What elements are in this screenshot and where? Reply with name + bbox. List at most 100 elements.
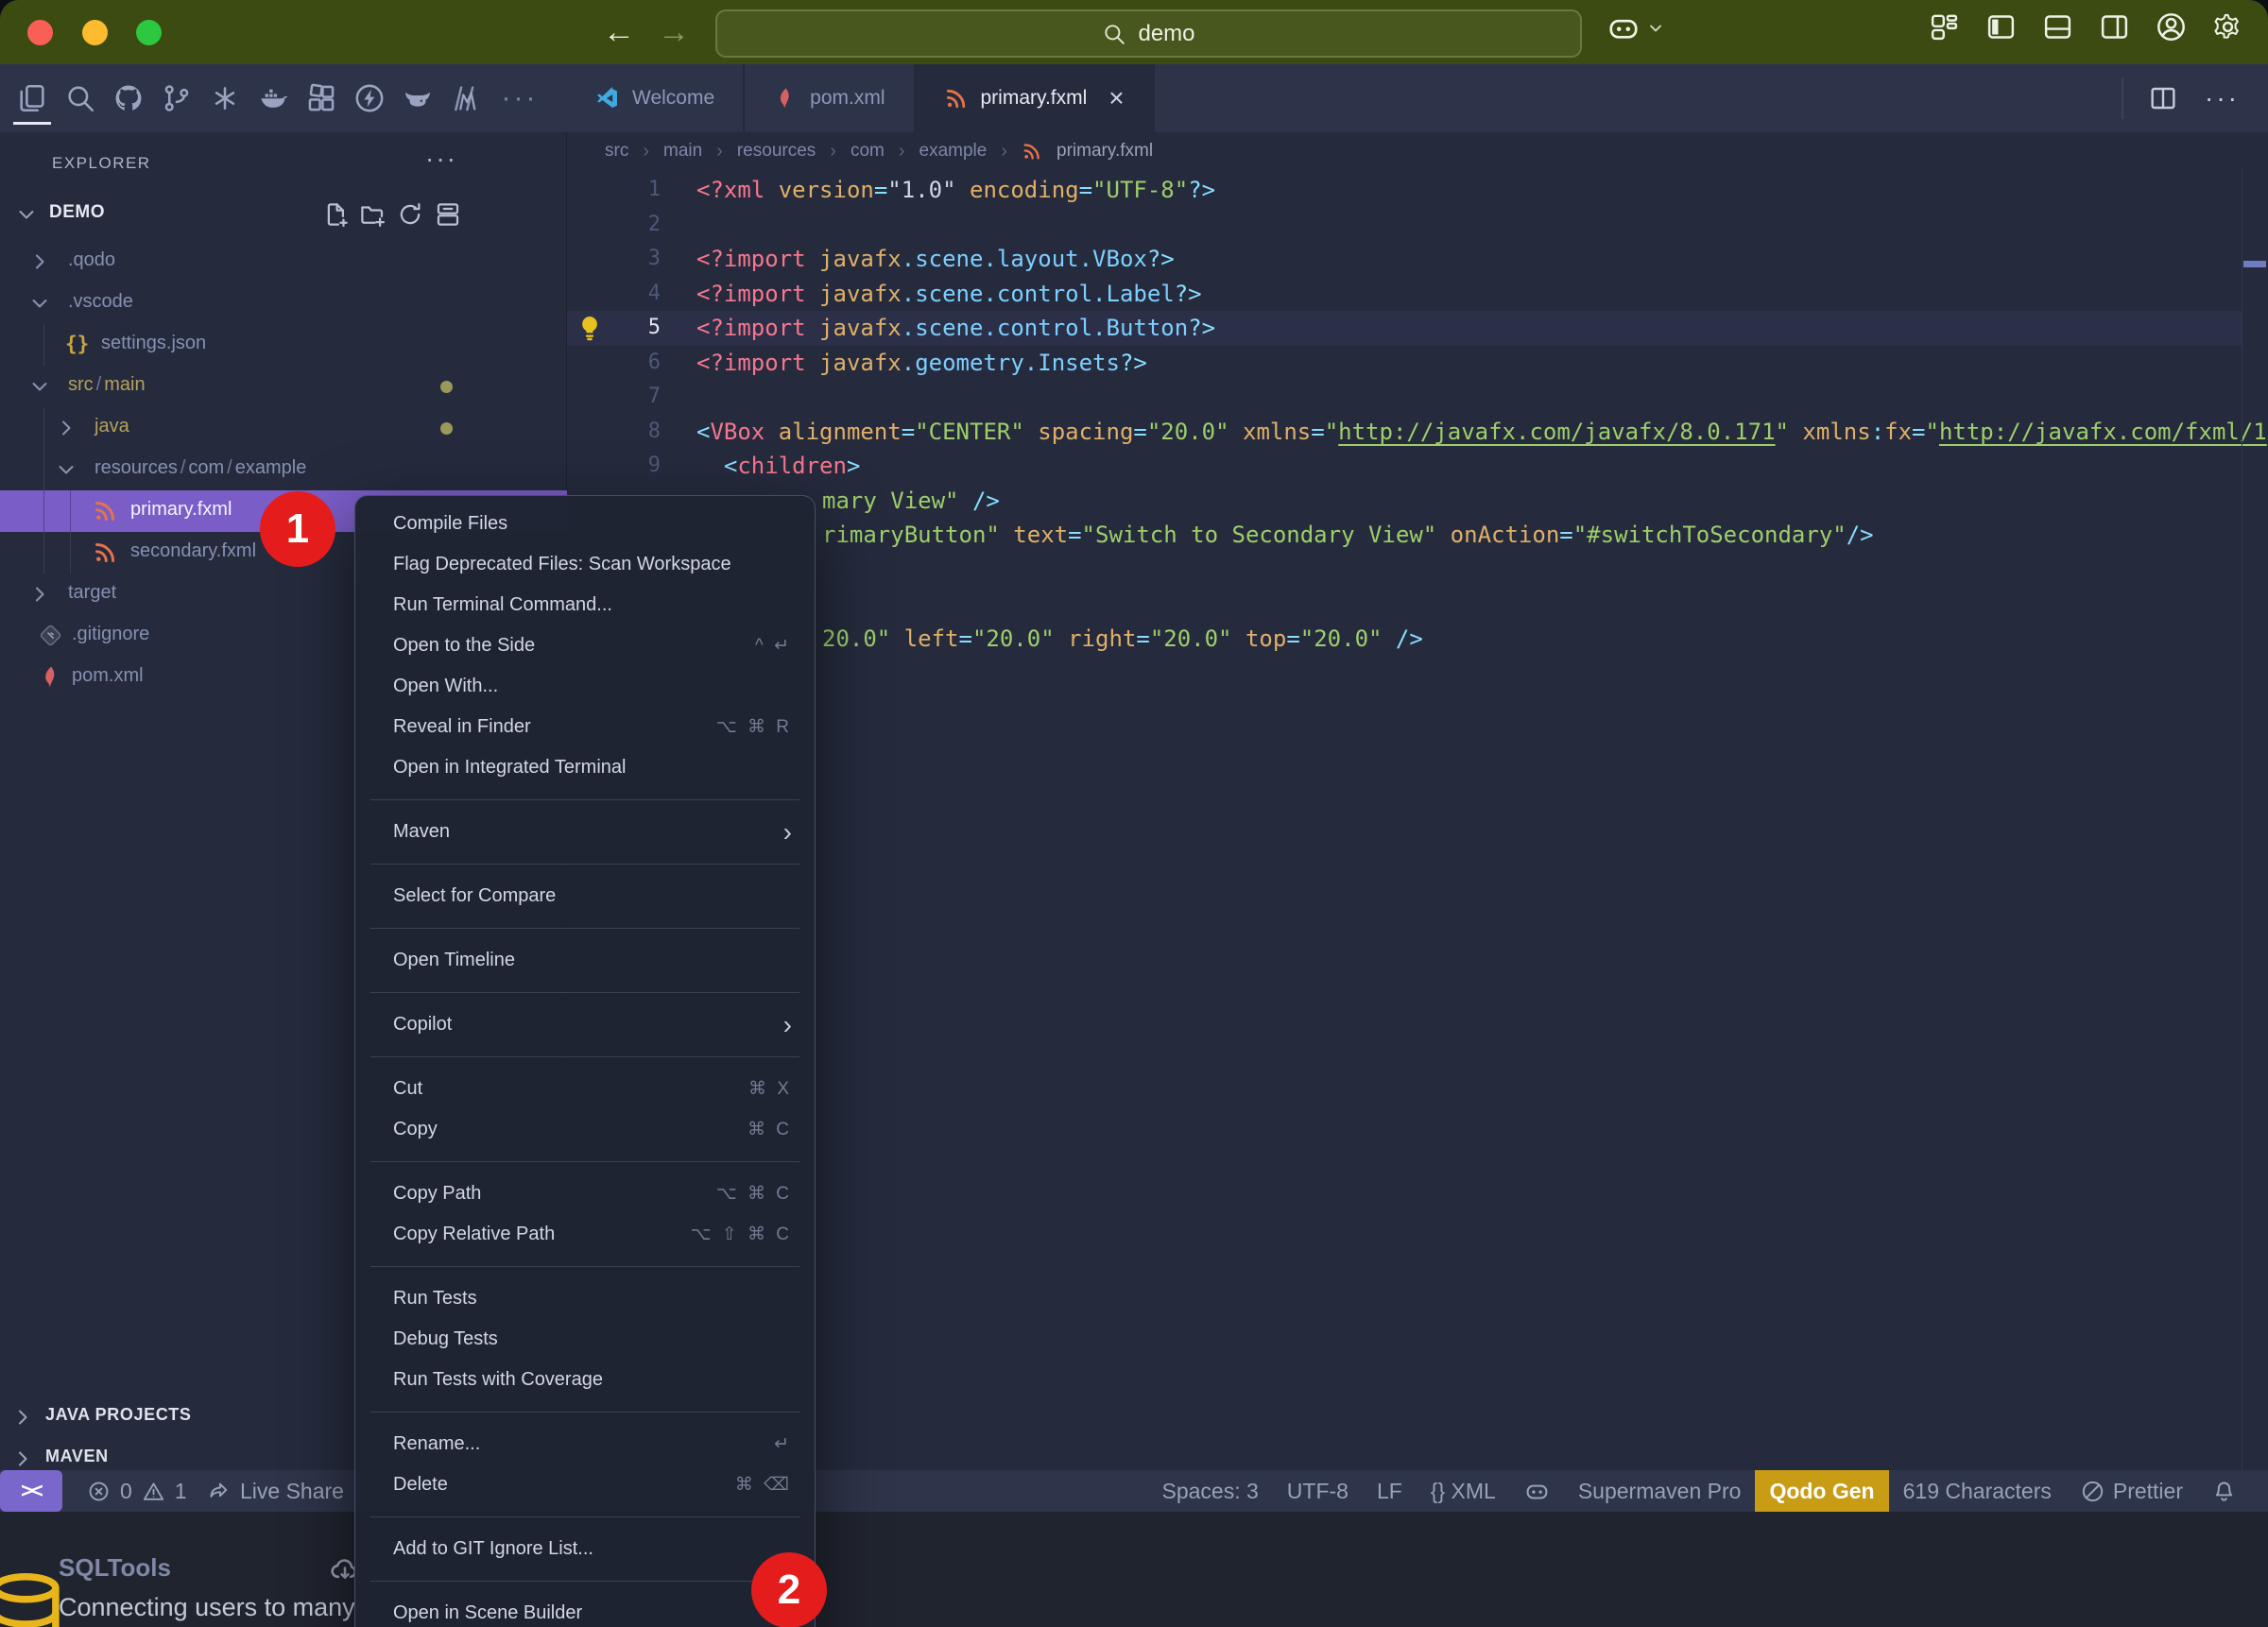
breadcrumb[interactable]: src›main›resources›com›example›primary.f… <box>567 132 2268 170</box>
refresh-icon[interactable] <box>396 200 424 229</box>
panel-bottom-icon[interactable] <box>2042 11 2073 43</box>
panel-right-icon[interactable] <box>2099 11 2130 43</box>
more-actions-icon[interactable]: ··· <box>2205 83 2240 113</box>
activity-item-splat[interactable] <box>206 70 244 127</box>
status-copilot[interactable] <box>1510 1470 1564 1512</box>
tree-item-label: java <box>94 416 129 437</box>
breadcrumb-file[interactable]: primary.fxml <box>1057 141 1153 162</box>
chevron-right-icon: › <box>1001 141 1007 163</box>
status-qodo-gen[interactable]: Qodo Gen <box>1755 1470 1888 1512</box>
status-supermaven-pro[interactable]: Supermaven Pro <box>1564 1470 1756 1512</box>
tab-primary.fxml[interactable]: primary.fxml × <box>916 64 1155 132</box>
status-spaces-3[interactable]: Spaces: 3 <box>1147 1470 1272 1512</box>
activity-item-search[interactable] <box>61 70 99 127</box>
command-center-search[interactable]: demo <box>715 9 1582 58</box>
menu-item-cut[interactable]: Cut⌘ X <box>355 1069 815 1109</box>
menu-item-debug-tests[interactable]: Debug Tests <box>355 1319 815 1360</box>
collapse-all-icon[interactable] <box>434 200 462 229</box>
notification-body: Connecting users to many <box>59 1593 355 1622</box>
close-icon[interactable]: × <box>1108 83 1124 113</box>
back-button[interactable]: ← <box>595 8 643 57</box>
activity-item-extensions[interactable] <box>302 70 340 127</box>
menu-item-open-in-integrated-terminal[interactable]: Open in Integrated Terminal <box>355 747 815 788</box>
menu-item-run-tests[interactable]: Run Tests <box>355 1278 815 1319</box>
tree-item-java[interactable]: java <box>0 407 567 449</box>
menu-item-maven[interactable]: Maven› <box>355 812 815 852</box>
zoom-window-button[interactable] <box>136 20 162 45</box>
activity-item-thunder[interactable] <box>351 70 388 127</box>
tab-label: primary.fxml <box>981 87 1088 110</box>
breadcrumb-item[interactable]: src <box>605 141 628 162</box>
activity-item-github[interactable] <box>110 70 147 127</box>
indent-guide <box>70 490 71 532</box>
menu-item-reveal-in-finder[interactable]: Reveal in Finder⌥ ⌘ R <box>355 707 815 747</box>
indent-guide <box>70 532 71 574</box>
tab-strip: ··· Welcomepom.xml primary.fxml × ··· <box>0 64 2268 132</box>
minimize-window-button[interactable] <box>82 20 108 45</box>
activity-item-maven[interactable] <box>447 70 485 127</box>
new-folder-icon[interactable] <box>358 200 387 229</box>
explorer-more-icon[interactable]: ··· <box>425 144 457 174</box>
menu-item-copy-relative-path[interactable]: Copy Relative Path⌥ ⇧ ⌘ C <box>355 1214 815 1255</box>
menu-divider <box>370 928 799 929</box>
breadcrumb-item[interactable]: com <box>850 141 885 162</box>
menu-item-copy-path[interactable]: Copy Path⌥ ⌘ C <box>355 1173 815 1214</box>
status-619-characters[interactable]: 619 Characters <box>1889 1470 2066 1512</box>
tab-Welcome[interactable]: Welcome <box>567 64 745 132</box>
tree-item-src/main[interactable]: src/main <box>0 366 567 407</box>
tree-item-settings.json[interactable]: {}settings.json <box>0 324 567 366</box>
menu-item-flag-deprecated-files-scan-workspace[interactable]: Flag Deprecated Files: Scan Workspace <box>355 544 815 585</box>
live-share-button[interactable]: Live Share <box>206 1470 344 1512</box>
explorer-title: EXPLORER <box>52 154 151 173</box>
code-area[interactable]: 1<?xml version="1.0" encoding="UTF-8"?>2… <box>567 170 2268 484</box>
menu-item-rename[interactable]: Rename...↵ <box>355 1424 815 1464</box>
menu-item-compile-files[interactable]: Compile Files <box>355 504 815 544</box>
breadcrumb-item[interactable]: main <box>663 141 702 162</box>
tab-pom.xml[interactable]: pom.xml <box>745 64 915 132</box>
tree-item-.vscode[interactable]: .vscode <box>0 283 567 324</box>
status-bell[interactable] <box>2197 1470 2251 1512</box>
menu-item-run-terminal-command[interactable]: Run Terminal Command... <box>355 585 815 625</box>
line-number: 4 <box>567 277 661 312</box>
close-window-button[interactable] <box>27 20 53 45</box>
breadcrumb-item[interactable]: example <box>919 141 988 162</box>
status-utf-8[interactable]: UTF-8 <box>1273 1470 1363 1512</box>
remote-indicator[interactable]: >< <box>0 1470 62 1512</box>
status-lf[interactable]: LF <box>1363 1470 1417 1512</box>
tree-item-label: target <box>68 582 116 604</box>
breadcrumb-item[interactable]: resources <box>737 141 816 162</box>
tree-item-resources/com/example[interactable]: resources/com/example <box>0 449 567 490</box>
menu-item-delete[interactable]: Delete⌘ ⌫ <box>355 1464 815 1505</box>
activity-item-fox[interactable] <box>399 70 437 127</box>
copilot-menu-button[interactable] <box>1606 11 1665 45</box>
menu-item-select-for-compare[interactable]: Select for Compare <box>355 876 815 916</box>
forward-button[interactable]: → <box>650 8 697 57</box>
panel-left-icon[interactable] <box>1985 11 2017 43</box>
status--xml[interactable]: {} XML <box>1417 1470 1510 1512</box>
workspace-section-header[interactable]: DEMO <box>0 194 567 237</box>
split-editor-icon[interactable] <box>2148 83 2178 113</box>
customize-layout-icon[interactable] <box>1929 11 1960 43</box>
menu-item-copy[interactable]: Copy⌘ C <box>355 1109 815 1150</box>
tree-item-.qodo[interactable]: .qodo <box>0 241 567 283</box>
menu-item-add-to-git-ignore-list[interactable]: Add to GIT Ignore List... <box>355 1529 815 1569</box>
activity-item-more[interactable]: ··· <box>495 70 539 127</box>
problems-indicator[interactable]: 01 <box>87 1470 187 1512</box>
lightbulb-icon[interactable] <box>575 313 605 343</box>
activity-item-files[interactable] <box>13 70 51 127</box>
menu-item-open-to-the-side[interactable]: Open to the Side^ ↵ <box>355 625 815 666</box>
code-text: <VBox alignment="CENTER" spacing="20.0" … <box>661 415 2267 450</box>
account-icon[interactable] <box>2156 11 2187 43</box>
menu-item-copilot[interactable]: Copilot› <box>355 1004 815 1045</box>
code-text: <?import javafx.scene.control.Button?> <box>661 311 1215 346</box>
settings-icon[interactable] <box>2212 11 2243 43</box>
activity-item-source-control[interactable] <box>158 70 196 127</box>
activity-item-docker[interactable] <box>254 70 292 127</box>
activity-bar: ··· <box>0 64 567 132</box>
menu-item-open-timeline[interactable]: Open Timeline <box>355 940 815 981</box>
menu-item-open-with[interactable]: Open With... <box>355 666 815 707</box>
menu-item-open-in-scene-builder[interactable]: Open in Scene Builder <box>355 1593 815 1627</box>
status-prettier[interactable]: Prettier <box>2066 1470 2197 1512</box>
menu-item-run-tests-with-coverage[interactable]: Run Tests with Coverage <box>355 1360 815 1400</box>
new-file-icon[interactable] <box>322 200 351 229</box>
